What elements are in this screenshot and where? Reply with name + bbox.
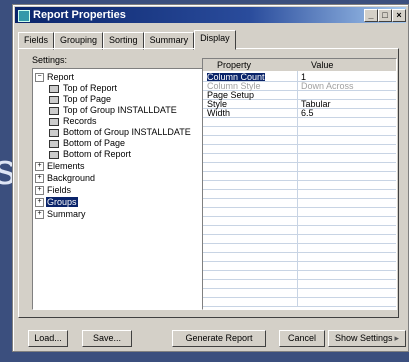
empty-row	[203, 253, 396, 262]
empty-row	[203, 181, 396, 190]
empty-row	[203, 190, 396, 199]
empty-row	[203, 244, 396, 253]
property-row-style[interactable]: Style Tabular	[203, 100, 396, 109]
tree-item-label: Groups	[46, 197, 78, 207]
empty-row	[203, 235, 396, 244]
property-grid-header: Property Value	[203, 59, 396, 71]
tree-item-top-of-report[interactable]: Top of Report	[49, 83, 118, 93]
empty-row	[203, 217, 396, 226]
restore-button[interactable]: □	[378, 9, 392, 22]
tree-item-label: Background	[47, 173, 96, 183]
property-row-width[interactable]: Width 6.5	[203, 109, 396, 118]
tree-item-top-of-group[interactable]: Top of Group INSTALLDATE	[49, 105, 178, 115]
section-icon	[49, 150, 59, 159]
empty-row	[203, 226, 396, 235]
property-name: Page Setup	[207, 90, 255, 100]
tree-item-groups[interactable]: + Groups	[35, 197, 78, 208]
empty-row	[203, 298, 396, 307]
tree-item-label: Top of Report	[63, 83, 118, 93]
show-settings-button[interactable]: Show Settings ▸	[328, 330, 406, 347]
empty-row	[203, 127, 396, 136]
empty-row	[203, 145, 396, 154]
empty-row	[203, 208, 396, 217]
load-button[interactable]: Load...	[28, 330, 68, 347]
empty-row	[203, 289, 396, 298]
property-name: Column Style	[207, 81, 261, 91]
property-row-page-setup[interactable]: Page Setup	[203, 91, 396, 100]
property-column-header: Property	[217, 60, 252, 70]
tree-item-bottom-of-page[interactable]: Bottom of Page	[49, 138, 126, 148]
section-icon	[49, 117, 59, 126]
empty-row	[203, 172, 396, 181]
cancel-button[interactable]: Cancel	[279, 330, 325, 347]
expand-icon[interactable]: +	[35, 162, 44, 172]
tree-item-elements[interactable]: + Elements	[35, 161, 86, 172]
settings-tree[interactable]: − Report Top of Report Top of Page Top of…	[32, 68, 206, 310]
property-value[interactable]: Tabular	[301, 100, 331, 109]
minimize-button[interactable]: _	[364, 9, 378, 22]
tree-item-top-of-page[interactable]: Top of Page	[49, 94, 112, 104]
empty-row	[203, 280, 396, 289]
tree-item-records[interactable]: Records	[49, 116, 98, 126]
expand-icon[interactable]: +	[35, 198, 44, 208]
section-icon	[49, 84, 59, 93]
empty-row	[203, 118, 396, 127]
empty-row	[203, 154, 396, 163]
property-value[interactable]: 1	[301, 73, 306, 82]
tree-item-background[interactable]: + Background	[35, 173, 96, 184]
tree-item-label: Bottom of Report	[63, 149, 132, 159]
property-name: Column Count	[207, 72, 265, 82]
tree-item-label: Fields	[47, 185, 72, 195]
property-value: Down Across	[301, 81, 354, 91]
property-name: Style	[207, 99, 228, 109]
generate-report-button[interactable]: Generate Report	[172, 330, 266, 347]
tree-item-report[interactable]: − Report	[35, 72, 75, 83]
tree-item-fields[interactable]: + Fields	[35, 185, 72, 196]
empty-row	[203, 271, 396, 280]
expand-icon[interactable]: +	[35, 210, 44, 220]
empty-row	[203, 199, 396, 208]
property-value[interactable]: 6.5	[301, 109, 314, 118]
show-settings-label: Show Settings	[334, 333, 393, 343]
tree-item-label: Bottom of Group INSTALLDATE	[63, 127, 191, 137]
tree-item-label: Records	[63, 116, 97, 126]
expand-icon[interactable]: +	[35, 174, 44, 184]
tab-strip: Fields Grouping Sorting Summary Display	[18, 30, 236, 50]
chevron-right-icon: ▸	[394, 333, 400, 343]
tree-item-bottom-of-group[interactable]: Bottom of Group INSTALLDATE	[49, 127, 192, 137]
property-grid[interactable]: Property Value Column Count 1 Column Sty…	[202, 58, 397, 310]
expand-icon[interactable]: +	[35, 186, 44, 196]
tree-item-label: Bottom of Page	[63, 138, 126, 148]
close-button[interactable]: ×	[392, 9, 406, 22]
title-bar[interactable]: Report Properties _ □ ×	[15, 7, 406, 23]
tree-item-summary[interactable]: + Summary	[35, 209, 87, 220]
app-icon	[18, 10, 30, 22]
tree-item-label: Top of Group INSTALLDATE	[63, 105, 177, 115]
tab-display[interactable]: Display	[194, 30, 236, 50]
empty-row	[203, 163, 396, 172]
tree-item-label: Top of Page	[63, 94, 112, 104]
property-name: Width	[207, 108, 231, 118]
tree-item-label: Elements	[47, 161, 85, 171]
window-title: Report Properties	[33, 9, 126, 21]
empty-row	[203, 262, 396, 271]
section-icon	[49, 95, 59, 104]
section-icon	[49, 139, 59, 148]
save-button[interactable]: Save...	[82, 330, 132, 347]
collapse-icon[interactable]: −	[35, 73, 44, 83]
section-icon	[49, 128, 59, 137]
empty-row	[203, 136, 396, 145]
tree-item-label: Report	[47, 72, 75, 82]
settings-label: Settings:	[32, 55, 68, 65]
tree-item-bottom-of-report[interactable]: Bottom of Report	[49, 149, 132, 159]
value-column-header: Value	[311, 60, 334, 70]
tree-item-label: Summary	[47, 209, 86, 219]
section-icon	[49, 106, 59, 115]
